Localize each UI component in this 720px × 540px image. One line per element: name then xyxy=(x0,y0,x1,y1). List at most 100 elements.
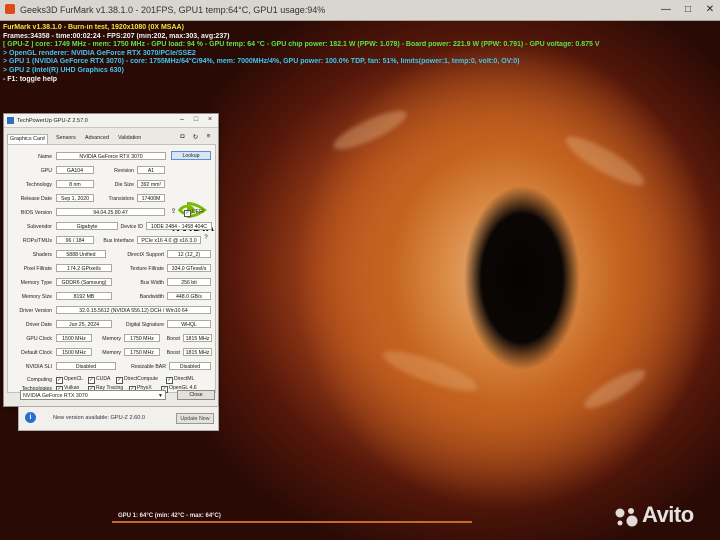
checkbox-icon: ✓ xyxy=(166,377,173,384)
pixel-fillrate-value[interactable]: 174.2 GPixel/s xyxy=(56,264,112,272)
directx-label: DirectX Support xyxy=(127,252,164,258)
bus-interface-value[interactable]: PCIe x16 4.0 @ x16 3.0 xyxy=(137,236,201,244)
transistors-label: Transistors xyxy=(108,196,134,202)
default-clock-value[interactable]: 1500 MHz xyxy=(56,348,92,356)
default-memory-label: Memory xyxy=(102,350,121,356)
nvidia-sli-value[interactable]: Disabled xyxy=(56,362,116,370)
memory-size-value[interactable]: 8192 MB xyxy=(56,292,112,300)
opencl-checkbox[interactable]: ✓ OpenCL xyxy=(56,376,83,384)
graphics-card-pane: Name NVIDIA GeForce RTX 3070 Lookup GPU … xyxy=(7,144,216,393)
window-title: Geeks3D FurMark v1.38.1.0 - 201FPS, GPU1… xyxy=(20,5,326,15)
gpu-label: GPU xyxy=(40,168,52,174)
gpu-value[interactable]: GA104 xyxy=(56,166,94,174)
nvidia-logo: NVIDIA xyxy=(168,196,218,238)
tab-advanced[interactable]: Advanced xyxy=(83,134,111,143)
bios-value[interactable]: 94.04.25.80.47 xyxy=(56,208,165,216)
directml-checkbox[interactable]: ✓ DirectML xyxy=(166,376,194,384)
window-titlebar[interactable]: Geeks3D FurMark v1.38.1.0 - 201FPS, GPU1… xyxy=(0,0,720,21)
driver-date-label: Driver Date xyxy=(25,322,52,328)
technology-label: Technology xyxy=(25,182,52,188)
maximize-button[interactable]: □ xyxy=(680,3,696,16)
boost-clock-label: Boost xyxy=(166,336,180,342)
bios-label: BIOS Version xyxy=(20,210,52,216)
cuda-label: CUDA xyxy=(96,376,111,382)
update-message: New version available: GPU-Z 2.60.0 xyxy=(53,415,146,421)
driver-version-value[interactable]: 32.0.15.5612 (NVIDIA 556.12) DCH / Win10… xyxy=(56,306,211,314)
gpu-temp-graph-label: GPU 1: 64°C (min: 42°C - max: 64°C) xyxy=(118,513,221,519)
uefi-checkbox[interactable]: ✓ UEFI xyxy=(184,209,204,217)
gpuz-maximize-button[interactable]: □ xyxy=(190,116,202,123)
tab-graphics-card[interactable]: Graphics Card xyxy=(7,134,48,144)
memory-clock-label: Memory xyxy=(102,336,121,342)
camera-icon[interactable]: ◘ xyxy=(178,133,187,140)
gpu-clock-value[interactable]: 1500 MHz xyxy=(56,334,92,342)
directx-value[interactable]: 12 (12_2) xyxy=(167,250,211,258)
opencl-label: OpenCL xyxy=(64,376,83,382)
checkbox-icon: ✓ xyxy=(88,377,95,384)
name-value[interactable]: NVIDIA GeForce RTX 3070 xyxy=(56,152,166,160)
driver-version-label: Driver Version xyxy=(19,308,52,314)
revision-value[interactable]: A1 xyxy=(137,166,165,174)
nvidia-sli-label: NVIDIA SLI xyxy=(25,364,52,370)
checkbox-icon: ✓ xyxy=(116,377,123,384)
device-id-value[interactable]: 10DE 2484 - 1458 404C xyxy=(146,222,212,230)
gpuz-close-button[interactable]: × xyxy=(204,116,216,123)
subvendor-value[interactable]: Gigabyte xyxy=(56,222,118,230)
uefi-label: UEFI xyxy=(192,209,204,215)
release-date-value[interactable]: Sep 1, 2020 xyxy=(56,194,94,202)
resizable-bar-label: Resizable BAR xyxy=(131,364,166,370)
memory-type-value[interactable]: GDDR6 (Samsung) xyxy=(56,278,112,286)
bandwidth-label: Bandwidth xyxy=(139,294,164,300)
shaders-label: Shaders xyxy=(32,252,52,258)
digital-signature-value[interactable]: WHQL xyxy=(167,320,211,328)
overlay-line-renderer: > OpenGL renderer: NVIDIA GeForce RTX 30… xyxy=(3,49,196,57)
digital-signature-label: Digital Signature xyxy=(125,322,164,328)
checkbox-icon: ✓ xyxy=(184,210,191,217)
rops-value[interactable]: 96 / 184 xyxy=(56,236,94,244)
default-boost-value[interactable]: 1815 MHz xyxy=(183,348,212,356)
rops-label: ROPs/TMUs xyxy=(22,238,52,244)
gpu-select-dropdown[interactable]: NVIDIA GeForce RTX 3070 ▼ xyxy=(20,390,166,400)
close-button[interactable]: Close xyxy=(177,390,215,400)
gpuz-app-icon xyxy=(7,117,14,124)
share-icon[interactable]: ⇪ xyxy=(169,207,178,215)
die-size-value[interactable]: 392 mm² xyxy=(137,180,165,188)
tab-sensors[interactable]: Sensors xyxy=(54,134,78,143)
overlay-line-gpuz: [ GPU-Z ] core: 1749 MHz - mem: 1750 MHz… xyxy=(3,41,600,49)
bus-interface-label: Bus Interface xyxy=(103,238,134,244)
furmark-stats-overlay: FurMark v1.38.1.0 - Burn-in test, 1920x1… xyxy=(3,24,719,84)
gpuz-titlebar[interactable]: TechPowerUp GPU-Z 2.57.0 – □ × xyxy=(4,114,218,128)
cuda-checkbox[interactable]: ✓ CUDA xyxy=(88,376,110,384)
tab-validation[interactable]: Validation xyxy=(116,134,143,143)
memory-clock-value[interactable]: 1750 MHz xyxy=(124,334,160,342)
transistors-value[interactable]: 17400M xyxy=(137,194,165,202)
checkbox-icon: ✓ xyxy=(56,377,63,384)
computing-label: Computing xyxy=(26,377,52,383)
lookup-button[interactable]: Lookup xyxy=(171,151,211,160)
subvendor-label: Subvendor xyxy=(26,224,52,230)
gpuz-minimize-button[interactable]: – xyxy=(176,116,188,123)
bus-width-value[interactable]: 256 bit xyxy=(167,278,211,286)
release-date-label: Release Date xyxy=(20,196,52,202)
minimize-button[interactable]: — xyxy=(658,3,674,16)
info-icon: i xyxy=(25,412,36,423)
overlay-line-gpu1: > GPU 1 (NVIDIA GeForce RTX 3070) - core… xyxy=(3,58,520,66)
overlay-line-help: - F1: toggle help xyxy=(3,75,58,83)
driver-date-value[interactable]: Jun 25, 2024 xyxy=(56,320,112,328)
gpuz-window: TechPowerUp GPU-Z 2.57.0 – □ × Graphics … xyxy=(3,113,219,407)
resizable-bar-value[interactable]: Disabled xyxy=(169,362,211,370)
bandwidth-value[interactable]: 448.0 GB/s xyxy=(167,292,211,300)
overlay-line-gpu2: > GPU 2 (Intel(R) UHD Graphics 630) xyxy=(3,66,124,74)
technology-value[interactable]: 8 nm xyxy=(56,180,94,188)
name-label: Name xyxy=(38,154,52,160)
close-window-button[interactable]: ✕ xyxy=(702,3,718,16)
refresh-icon[interactable]: ↻ xyxy=(191,133,200,141)
default-memory-value[interactable]: 1750 MHz xyxy=(124,348,160,356)
help-icon[interactable]: ? xyxy=(202,235,210,241)
texture-fillrate-value[interactable]: 334.0 GTexel/s xyxy=(167,264,211,272)
shaders-value[interactable]: 5888 Unified xyxy=(56,250,106,258)
menu-icon[interactable]: ≡ xyxy=(204,133,213,140)
update-now-button[interactable]: Update Now xyxy=(176,413,214,424)
directcompute-checkbox[interactable]: ✓ DirectCompute xyxy=(116,376,158,384)
boost-clock-value[interactable]: 1815 MHz xyxy=(183,334,212,342)
